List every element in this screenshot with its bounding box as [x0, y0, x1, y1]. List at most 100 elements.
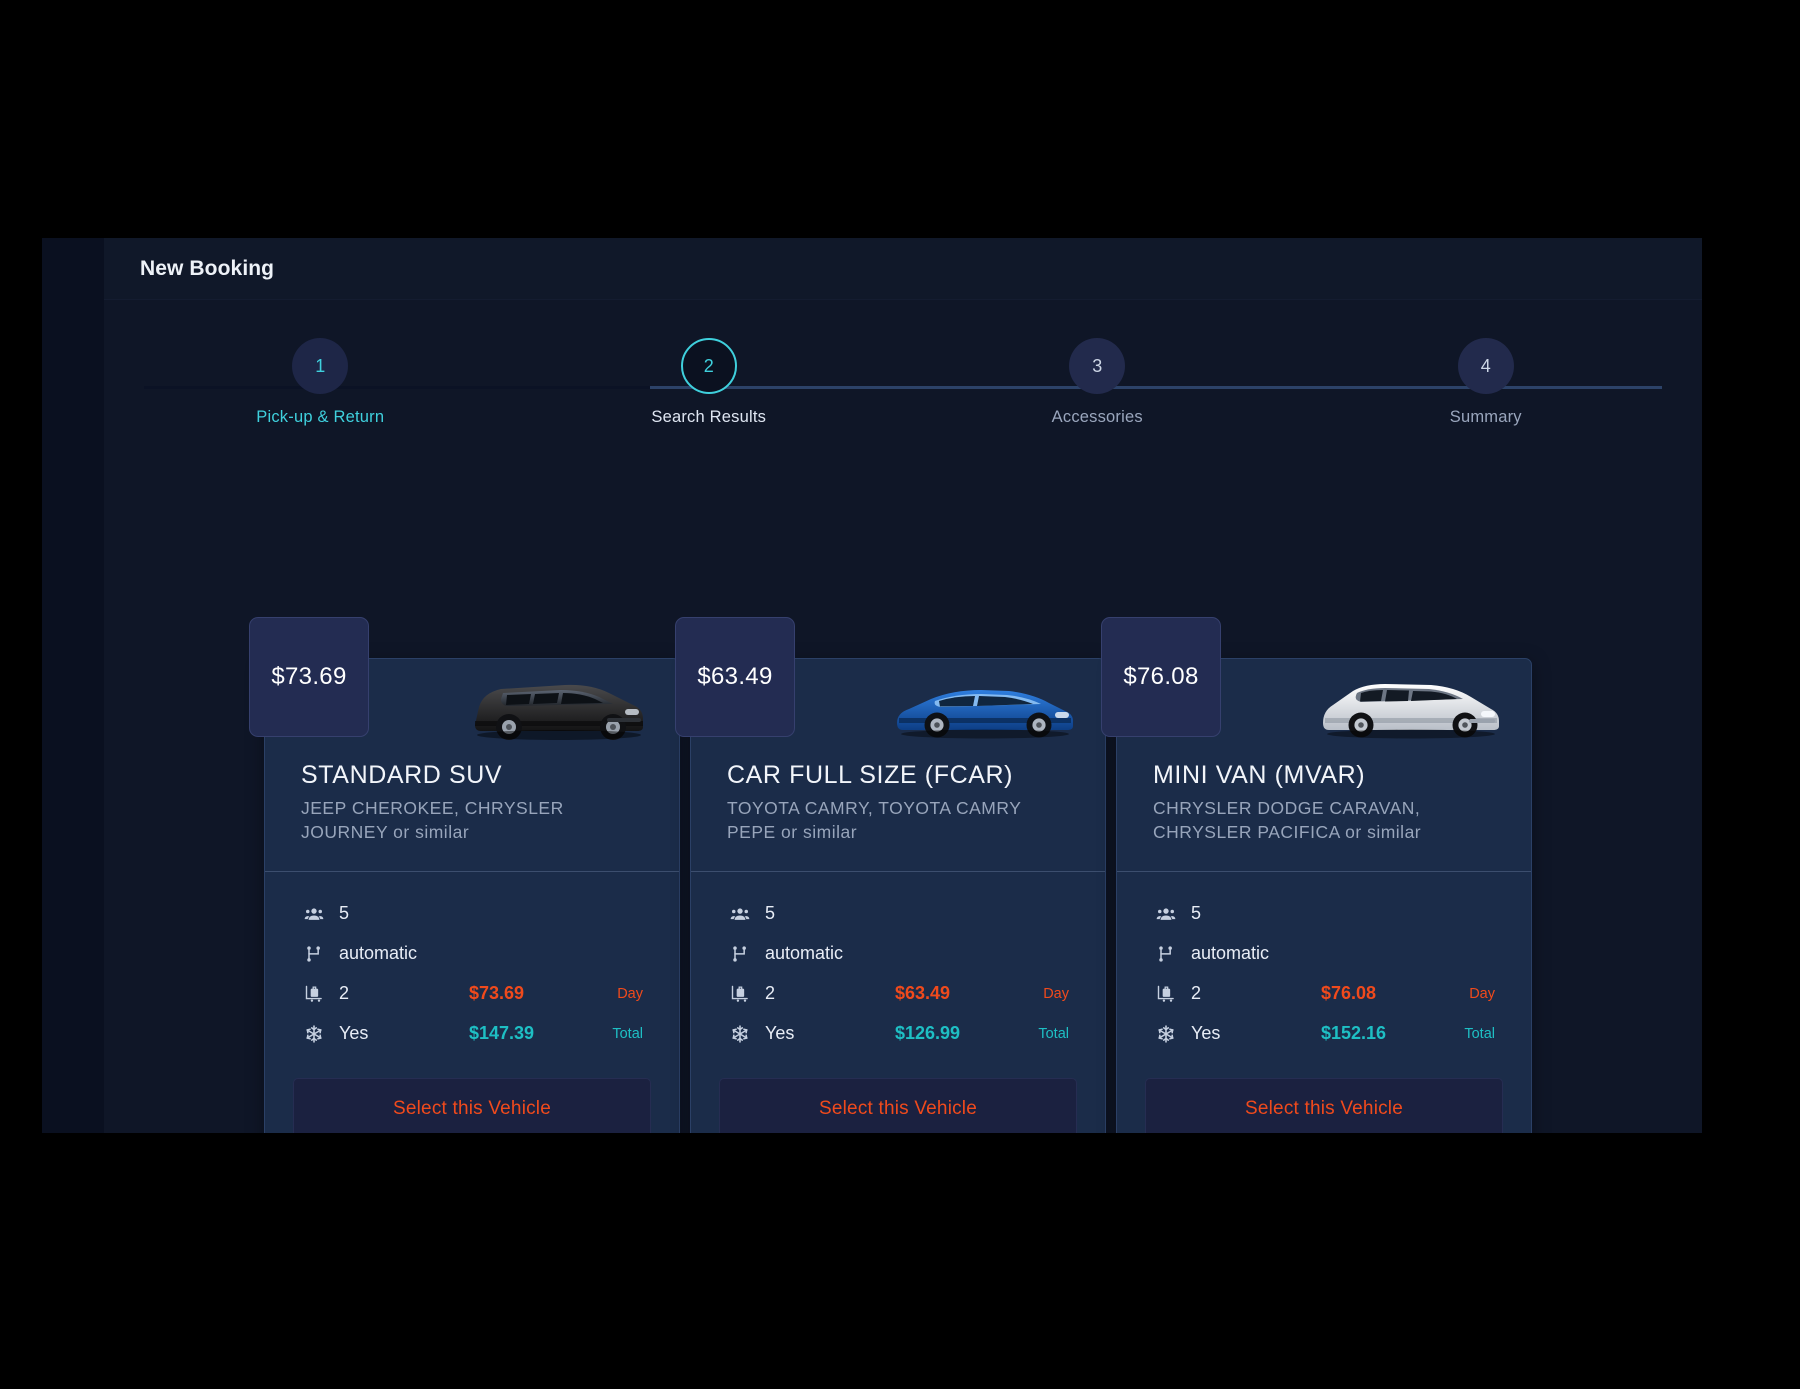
passengers-icon [1153, 904, 1179, 924]
transmission-value: automatic [765, 943, 844, 964]
vehicle-card[interactable]: $76.08 MINI VAN (MVAR) CHRYSLER DODGE CA… [1101, 617, 1532, 1133]
luggage-icon [727, 984, 753, 1004]
transmission-icon [727, 944, 753, 964]
vehicle-card-titles: CAR FULL SIZE (FCAR) TOYOTA CAMRY, TOYOT… [691, 755, 1105, 871]
price-total: $126.99 [895, 1023, 961, 1044]
stepper-step-accessories[interactable]: 3 Accessories [903, 338, 1292, 427]
transmission-value: automatic [1191, 943, 1270, 964]
step-number-bubble-1[interactable]: 1 [292, 338, 349, 394]
price-total-label: Total [1038, 1025, 1069, 1042]
passengers-value: 5 [339, 903, 350, 924]
price-per-day-label: Day [1469, 985, 1495, 1002]
vehicle-card-footer: Select this Vehicle [691, 1060, 1105, 1133]
blue-sedan-photo [883, 663, 1083, 749]
application-window: New Booking 1 Pick-up & Return 2 Search … [42, 238, 1702, 1133]
stepper-steps: 1 Pick-up & Return 2 Search Results 3 Ac… [126, 338, 1680, 427]
vehicle-card-slot-1: $73.69 STANDARD SUV JEEP CHEROKEE, CHRYS… [249, 617, 690, 1133]
snowflake-icon [1153, 1024, 1179, 1044]
vehicle-card-top: $76.08 [1101, 617, 1531, 755]
vehicle-card-titles: STANDARD SUV JEEP CHEROKEE, CHRYSLER JOU… [265, 755, 679, 871]
spec-row-transmission: automatic [301, 934, 643, 974]
step-label-1: Pick-up & Return [256, 408, 385, 426]
vehicle-card-slot-2: $63.49 CAR FULL SIZE (FCAR) TOYOTA CAMRY… [675, 617, 1116, 1133]
vehicle-title: STANDARD SUV [301, 761, 503, 789]
page-body: 1 Pick-up & Return 2 Search Results 3 Ac… [104, 338, 1702, 1133]
stepper-step-pickup-return[interactable]: 1 Pick-up & Return [126, 338, 515, 427]
step-number-bubble-4[interactable]: 4 [1457, 338, 1514, 394]
transmission-value: automatic [339, 943, 418, 964]
step-label-3: Accessories [1051, 408, 1143, 426]
spec-row-air-conditioning: Yes $126.99 Total [727, 1014, 1069, 1054]
stepper-step-search-results[interactable]: 2 Search Results [515, 338, 904, 427]
vehicle-card-slot-3: $76.08 MINI VAN (MVAR) CHRYSLER DODGE CA… [1101, 617, 1542, 1133]
page-header: New Booking [104, 238, 1702, 300]
air-conditioning-value: Yes [1191, 1023, 1221, 1044]
left-nav-rail [42, 238, 104, 1133]
white-minivan-photo [1309, 663, 1509, 749]
booking-stepper: 1 Pick-up & Return 2 Search Results 3 Ac… [126, 338, 1680, 458]
passengers-icon [727, 904, 753, 924]
vehicle-results-grid: $73.69 STANDARD SUV JEEP CHEROKEE, CHRYS… [104, 617, 1702, 1133]
spec-row-luggage: 2 $63.49 Day [727, 974, 1069, 1014]
vehicle-card-top: $73.69 [249, 617, 679, 755]
price-badge: $73.69 [249, 617, 369, 737]
vehicle-card-footer: Select this Vehicle [1117, 1060, 1531, 1133]
vehicle-title: MINI VAN (MVAR) [1153, 761, 1366, 789]
black-suv-photo [457, 663, 657, 749]
price-total: $147.39 [469, 1023, 535, 1044]
vehicle-specs: 5 [1117, 872, 1531, 1060]
price-badge: $76.08 [1101, 617, 1221, 737]
spec-row-luggage: 2 $73.69 Day [301, 974, 643, 1014]
step-label-4: Summary [1449, 408, 1522, 426]
spec-row-air-conditioning: Yes $152.16 Total [1153, 1014, 1495, 1054]
price-badge: $63.49 [675, 617, 795, 737]
passengers-value: 5 [765, 903, 776, 924]
step-label-2: Search Results [651, 408, 767, 426]
vehicle-title: CAR FULL SIZE (FCAR) [727, 761, 1014, 789]
luggage-icon [301, 984, 327, 1004]
select-vehicle-button[interactable]: Select this Vehicle [1145, 1077, 1503, 1133]
stepper-step-summary[interactable]: 4 Summary [1292, 338, 1681, 427]
spec-row-passengers: 5 [301, 894, 643, 934]
spec-row-transmission: automatic [1153, 934, 1495, 974]
select-vehicle-button[interactable]: Select this Vehicle [719, 1077, 1077, 1133]
price-per-day: $73.69 [469, 983, 525, 1004]
vehicle-subtitle: TOYOTA CAMRY, TOYOTA CAMRY PEPE or simil… [727, 798, 1022, 842]
luggage-value: 2 [1191, 983, 1202, 1004]
spec-row-passengers: 5 [727, 894, 1069, 934]
spec-row-air-conditioning: Yes $147.39 Total [301, 1014, 643, 1054]
spec-row-luggage: 2 $76.08 Day [1153, 974, 1495, 1014]
price-total-label: Total [612, 1025, 643, 1042]
luggage-icon [1153, 984, 1179, 1004]
vehicle-specs: 5 [265, 872, 679, 1060]
price-per-day-label: Day [617, 985, 643, 1002]
price-total: $152.16 [1321, 1023, 1387, 1044]
air-conditioning-value: Yes [765, 1023, 795, 1044]
page-title: New Booking [140, 256, 275, 280]
price-per-day: $76.08 [1321, 983, 1377, 1004]
vehicle-subtitle: CHRYSLER DODGE CARAVAN, CHRYSLER PACIFIC… [1153, 798, 1422, 842]
price-total-label: Total [1464, 1025, 1495, 1042]
vehicle-card[interactable]: $63.49 CAR FULL SIZE (FCAR) TOYOTA CAMRY… [675, 617, 1106, 1133]
vehicle-specs: 5 [691, 872, 1105, 1060]
select-vehicle-button[interactable]: Select this Vehicle [293, 1077, 651, 1133]
spec-row-transmission: automatic [727, 934, 1069, 974]
snowflake-icon [727, 1024, 753, 1044]
air-conditioning-value: Yes [339, 1023, 369, 1044]
spec-row-passengers: 5 [1153, 894, 1495, 934]
vehicle-card-footer: Select this Vehicle [265, 1060, 679, 1133]
vehicle-card[interactable]: $73.69 STANDARD SUV JEEP CHEROKEE, CHRYS… [249, 617, 680, 1133]
passengers-value: 5 [1191, 903, 1202, 924]
vehicle-card-titles: MINI VAN (MVAR) CHRYSLER DODGE CARAVAN, … [1117, 755, 1531, 871]
vehicle-subtitle: JEEP CHEROKEE, CHRYSLER JOURNEY or simil… [301, 798, 564, 842]
price-per-day: $63.49 [895, 983, 951, 1004]
step-number-bubble-2[interactable]: 2 [680, 338, 737, 394]
luggage-value: 2 [765, 983, 776, 1004]
luggage-value: 2 [339, 983, 350, 1004]
price-per-day-label: Day [1043, 985, 1069, 1002]
step-number-bubble-3[interactable]: 3 [1069, 338, 1126, 394]
snowflake-icon [301, 1024, 327, 1044]
content-column: New Booking 1 Pick-up & Return 2 Search … [104, 238, 1702, 1133]
transmission-icon [1153, 944, 1179, 964]
passengers-icon [301, 904, 327, 924]
